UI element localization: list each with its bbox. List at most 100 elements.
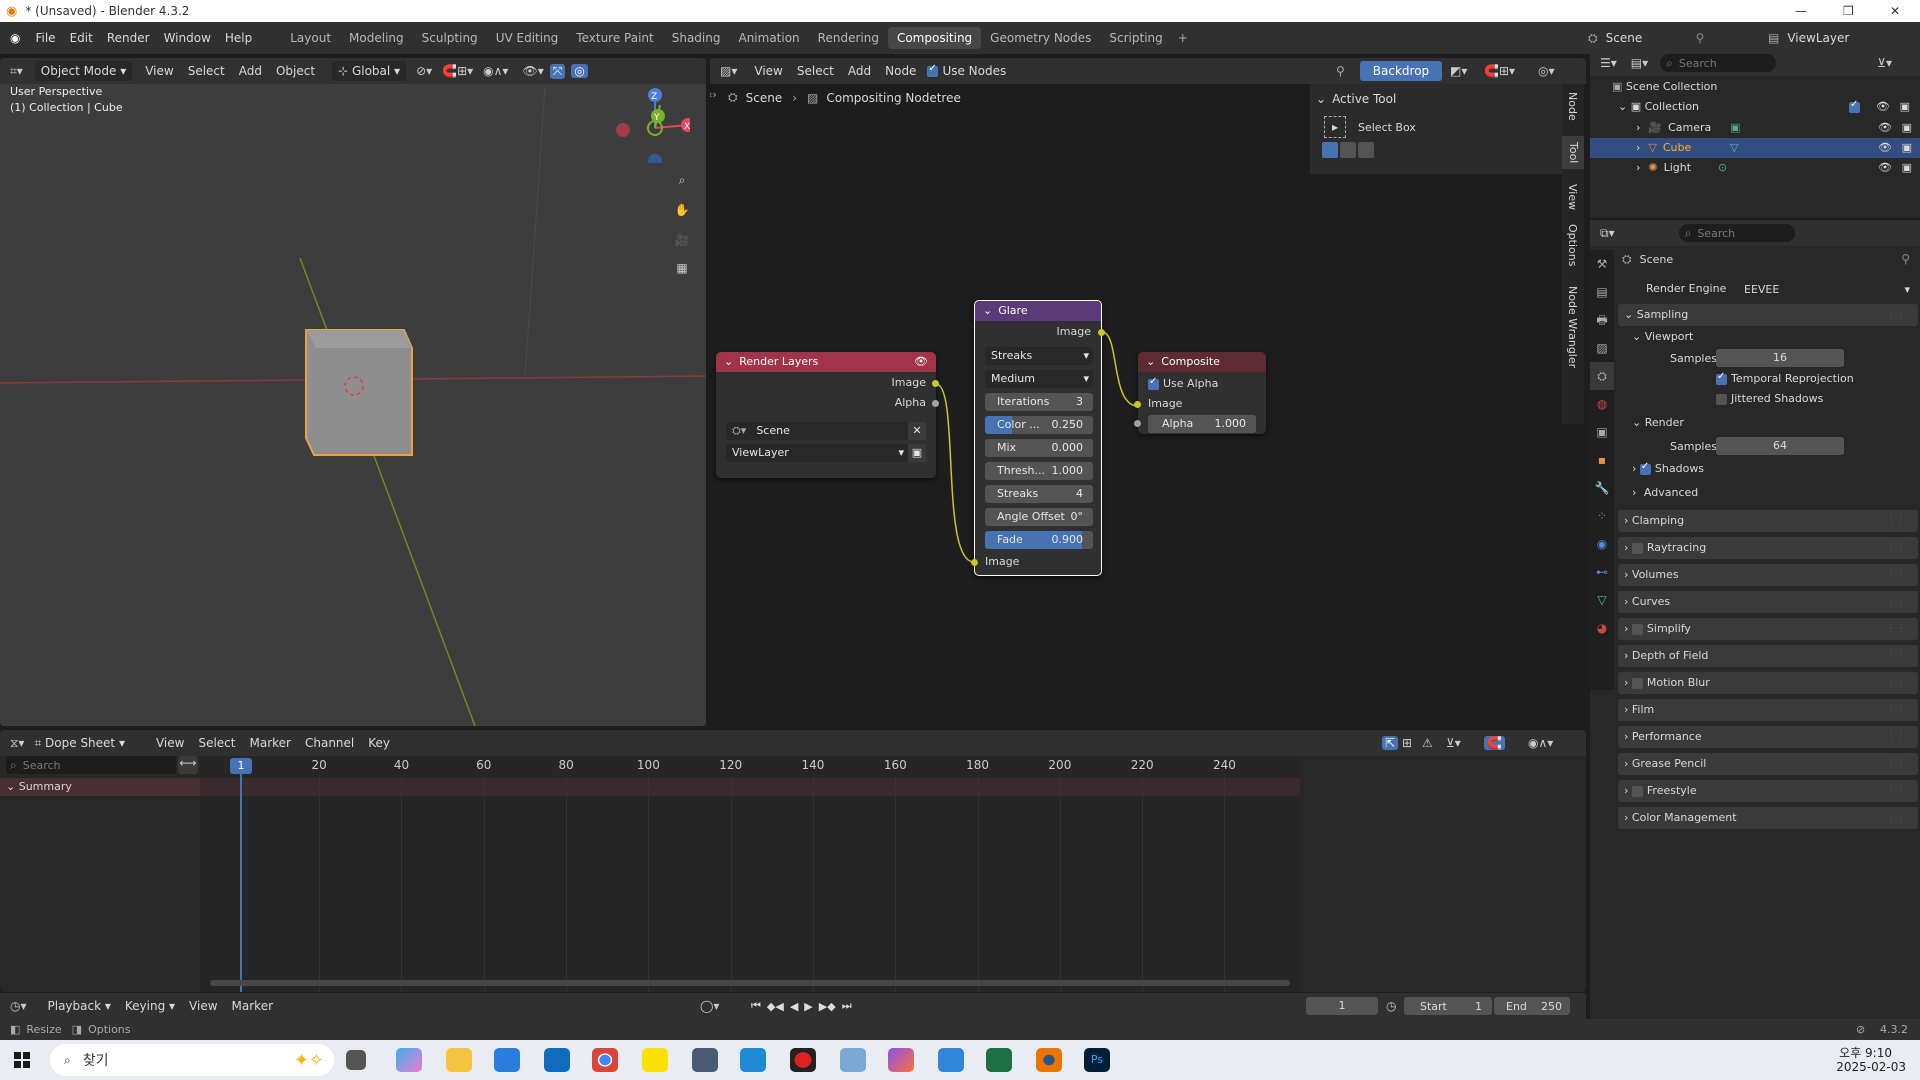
glare-type-dropdown[interactable]: Streaks ▾ bbox=[985, 347, 1093, 365]
composite-header[interactable]: ⌄ Composite bbox=[1138, 352, 1266, 372]
modifier-tab-icon[interactable]: 🔧 bbox=[1590, 474, 1614, 502]
end-frame-field[interactable]: End 250 bbox=[1494, 997, 1570, 1015]
view-layer-tab-icon[interactable]: ▨ bbox=[1590, 334, 1614, 362]
glare-field-5[interactable]: Angle Offset 0° bbox=[985, 508, 1093, 526]
axis-gizmo-icon[interactable]: Z X Y bbox=[610, 83, 695, 168]
world-tab-icon[interactable]: ◍ bbox=[1590, 390, 1614, 418]
only-selected-icon[interactable]: ⇱ bbox=[1382, 736, 1399, 750]
physics-tab-icon[interactable]: ◉ bbox=[1590, 530, 1614, 558]
store-icon[interactable] bbox=[494, 1048, 520, 1072]
panel-enable-checkbox[interactable] bbox=[1631, 623, 1643, 635]
collapse-icon[interactable]: ⌄ bbox=[724, 352, 733, 372]
glare-field-6[interactable]: Fade 0.900 bbox=[985, 531, 1093, 549]
jittered-shadows-checkbox[interactable]: Jittered Shadows bbox=[1716, 392, 1823, 405]
viewlayer-name[interactable]: ViewLayer bbox=[1787, 31, 1849, 45]
errors-icon[interactable]: ⚠ bbox=[1422, 736, 1433, 750]
select-box-tool[interactable]: ▸ Select Box bbox=[1324, 116, 1580, 138]
panel-performance[interactable]: › Performance ⋮⋮ bbox=[1618, 726, 1918, 748]
auto-keying-icon[interactable]: ◯▾ bbox=[700, 999, 719, 1013]
render-engine-dropdown[interactable]: EEVEE ▾ bbox=[1740, 279, 1914, 299]
snap-icon[interactable]: 🧲 bbox=[1484, 736, 1505, 750]
show-hidden-icon[interactable]: ⊞ bbox=[1402, 736, 1412, 750]
play-icon[interactable]: ▶ bbox=[801, 1000, 815, 1013]
scene-field[interactable]: ⛭▾ Scene ✕ bbox=[726, 422, 926, 440]
photoshop-icon[interactable]: Ps bbox=[1084, 1048, 1110, 1072]
vscode-icon[interactable] bbox=[740, 1048, 766, 1072]
display-mode-icon[interactable]: ▤▾ bbox=[1631, 56, 1648, 70]
tab-scripting[interactable]: Scripting bbox=[1100, 27, 1171, 49]
data-tab-icon[interactable]: ▽ bbox=[1590, 586, 1614, 614]
tab-modeling[interactable]: Modeling bbox=[340, 27, 413, 49]
outlook-icon[interactable] bbox=[544, 1048, 570, 1072]
use-alpha-checkbox[interactable]: Use Alpha bbox=[1148, 376, 1218, 390]
tab-geometry-nodes[interactable]: Geometry Nodes bbox=[981, 27, 1100, 49]
dope-menu-marker[interactable]: Marker bbox=[243, 736, 298, 750]
sidebar-tab-tool[interactable]: Tool bbox=[1562, 136, 1584, 170]
dope-menu-key[interactable]: Key bbox=[361, 736, 397, 750]
tab-uv-editing[interactable]: UV Editing bbox=[487, 27, 568, 49]
excel-icon[interactable] bbox=[986, 1048, 1012, 1072]
tab-layout[interactable]: Layout bbox=[281, 27, 340, 49]
app-icon[interactable] bbox=[938, 1048, 964, 1072]
filter-icon[interactable]: ⊻▾ bbox=[1446, 736, 1461, 750]
current-frame-field[interactable]: 1 bbox=[1306, 997, 1378, 1015]
timeline-menu-keying[interactable]: Keying ▾ bbox=[118, 999, 182, 1013]
editor-type-icon[interactable]: ◷▾ bbox=[10, 999, 27, 1013]
visibility-eye-icon[interactable]: 👁 bbox=[1878, 118, 1892, 138]
output-image-socket[interactable] bbox=[932, 380, 939, 387]
minimize-button[interactable]: — bbox=[1795, 4, 1807, 18]
menu-render[interactable]: Render bbox=[100, 31, 157, 45]
tab-compositing[interactable]: Compositing bbox=[887, 27, 982, 49]
outliner-item-light[interactable]: › ✺ Light ⊙ 👁 ▣ bbox=[1590, 158, 1920, 178]
panel-volumes[interactable]: › Volumes ⋮⋮ bbox=[1618, 564, 1918, 586]
dope-menu-channel[interactable]: Channel bbox=[298, 736, 361, 750]
quality-dropdown[interactable]: Medium ▾ bbox=[985, 370, 1093, 388]
editor-type-icon[interactable]: ⧉▾ bbox=[1600, 226, 1615, 241]
input-alpha-socket[interactable] bbox=[1134, 420, 1141, 427]
timeline-menu-playback[interactable]: Playback ▾ bbox=[41, 999, 118, 1013]
sidebar-tab-view[interactable]: View bbox=[1566, 184, 1579, 210]
pin-icon[interactable]: ⚲ bbox=[1696, 31, 1705, 45]
sidebar-tab-node-wrangler[interactable]: Node Wrangler bbox=[1566, 286, 1579, 368]
tab-texture-paint[interactable]: Texture Paint bbox=[567, 27, 662, 49]
shadows-subpanel[interactable]: › Shadows bbox=[1632, 461, 1704, 476]
close-button[interactable]: ✕ bbox=[1890, 4, 1900, 18]
navigation-gizmo[interactable]: Z X Y bbox=[610, 83, 695, 168]
render-camera-icon[interactable]: ▣ bbox=[1902, 158, 1912, 178]
menu-file[interactable]: File bbox=[28, 31, 62, 45]
clear-icon[interactable]: ✕ bbox=[908, 422, 926, 440]
select-new-icon[interactable] bbox=[1322, 142, 1338, 158]
dope-sheet[interactable]: ⧖▾ ⌗ Dope Sheet ▾ View Select Marker Cha… bbox=[0, 730, 1586, 992]
collapse-icon[interactable]: ⌄ bbox=[1146, 352, 1155, 372]
pan-hand-icon[interactable]: ✋ bbox=[670, 198, 694, 222]
taskbar-search[interactable]: ⌕ 찾기 ✦✧ bbox=[50, 1044, 334, 1076]
chrome-icon[interactable] bbox=[592, 1048, 618, 1072]
select-subtract-icon[interactable] bbox=[1358, 142, 1374, 158]
panel-motion-blur[interactable]: › Motion Blur ⋮⋮ bbox=[1618, 672, 1918, 694]
tab-rendering[interactable]: Rendering bbox=[809, 27, 888, 49]
viewport-samples-field[interactable]: 16 bbox=[1716, 349, 1844, 367]
tab-sculpting[interactable]: Sculpting bbox=[413, 27, 487, 49]
input-image-socket[interactable] bbox=[971, 559, 978, 566]
panel-enable-checkbox[interactable] bbox=[1631, 785, 1643, 797]
proportional-icon[interactable]: ◉∧▾ bbox=[1528, 736, 1553, 750]
output-alpha-socket[interactable] bbox=[932, 400, 939, 407]
camera-view-icon[interactable]: 🎥 bbox=[670, 228, 694, 252]
render-camera-icon[interactable]: ▣ bbox=[1902, 138, 1912, 158]
panel-enable-checkbox[interactable] bbox=[1631, 542, 1643, 554]
tool-tab-icon[interactable]: ⚒ bbox=[1590, 250, 1614, 278]
glare-header[interactable]: ⌄ Glare bbox=[975, 301, 1101, 321]
playhead-marker[interactable]: 1 bbox=[230, 758, 252, 774]
tab-animation[interactable]: Animation bbox=[729, 27, 808, 49]
panel-grease-pencil[interactable]: › Grease Pencil ⋮⋮ bbox=[1618, 753, 1918, 775]
zoom-icon[interactable]: ⌕ bbox=[670, 168, 694, 192]
select-mode-buttons[interactable] bbox=[1322, 142, 1580, 158]
render-tab-icon[interactable]: ▤ bbox=[1590, 278, 1614, 306]
frame-ruler[interactable]: 20 40 60 80 100 120 140 160 180 200 220 240 bbox=[200, 758, 1300, 992]
timeline-menu-view[interactable]: View bbox=[182, 999, 224, 1013]
visibility-eye-icon[interactable]: 👁 bbox=[1878, 138, 1892, 158]
viewlayer-field[interactable]: ViewLayer ▾ ▣ bbox=[726, 444, 926, 462]
panel-simplify[interactable]: › Simplify ⋮⋮ bbox=[1618, 618, 1918, 640]
pin-icon[interactable]: ⚲ bbox=[1901, 252, 1910, 266]
copilot-icon[interactable] bbox=[396, 1048, 422, 1072]
